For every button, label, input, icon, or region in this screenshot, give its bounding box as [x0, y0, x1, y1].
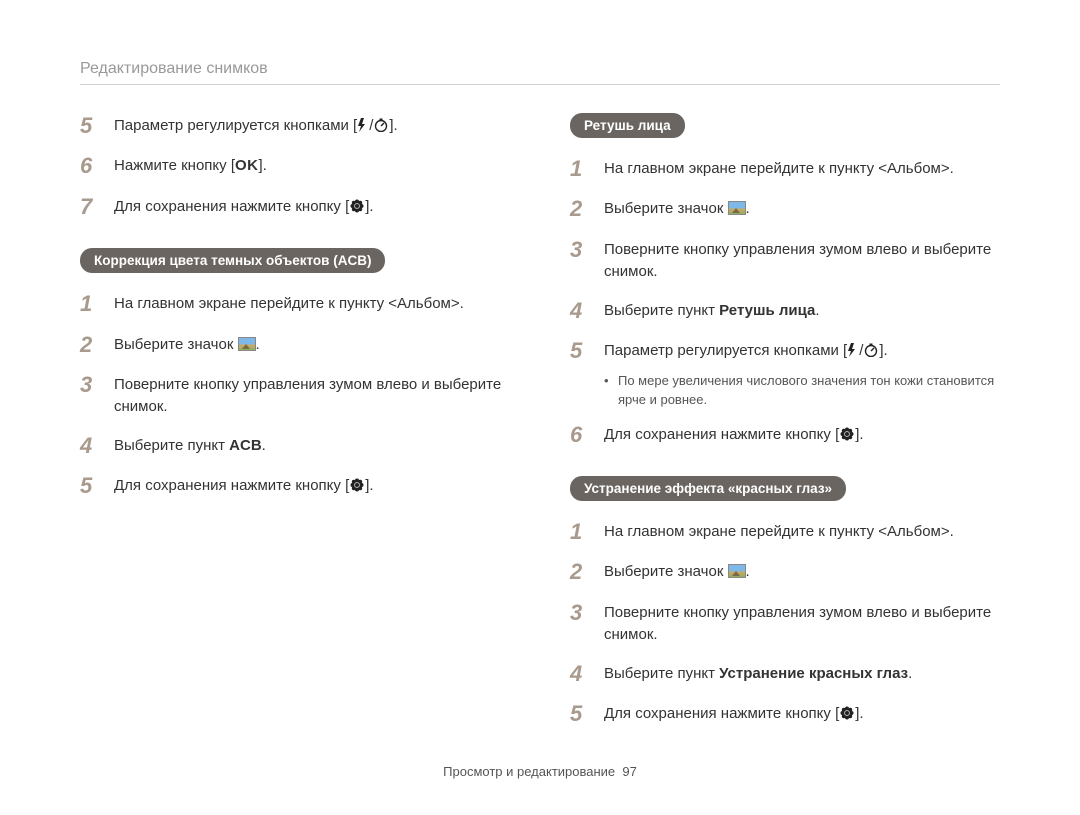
page-header: Редактирование снимков [80, 60, 1000, 85]
step-item: 5 Параметр регулируется кнопками [/]. [570, 338, 1000, 364]
step-text: Для сохранения нажмите кнопку []. [604, 701, 864, 726]
step-item: 2 Выберите значок . [570, 196, 1000, 222]
step-text: На главном экране перейдите к пункту <Ал… [114, 291, 464, 316]
step-text: Выберите пункт ACB. [114, 433, 266, 458]
page-footer: Просмотр и редактирование 97 [0, 764, 1080, 779]
step-number: 4 [80, 433, 104, 459]
step-text: На главном экране перейдите к пункту <Ал… [604, 156, 954, 181]
manual-page: Редактирование снимков 5 Параметр регули… [0, 0, 1080, 815]
step-text: Для сохранения нажмите кнопку []. [114, 473, 374, 498]
step-item: 4 Выберите пункт Ретушь лица. [570, 298, 1000, 324]
step-item: 5 Для сохранения нажмите кнопку []. [80, 473, 510, 499]
step-number: 3 [80, 372, 104, 398]
album-thumbnail-icon [728, 564, 746, 578]
macro-flower-icon [350, 199, 364, 213]
step-text: Поверните кнопку управления зумом влево … [604, 237, 1000, 284]
macro-flower-icon [840, 706, 854, 720]
step-number: 3 [570, 237, 594, 263]
step-text: Параметр регулируется кнопками [/]. [604, 338, 888, 363]
step-item: 6 Для сохранения нажмите кнопку []. [570, 422, 1000, 448]
album-thumbnail-icon [728, 201, 746, 215]
step-text: Параметр регулируется кнопками [/]. [114, 113, 398, 138]
step-text: Нажмите кнопку [OK]. [114, 153, 267, 178]
step-number: 5 [570, 701, 594, 727]
step-item: 6 Нажмите кнопку [OK]. [80, 153, 510, 179]
step-item: 5 Для сохранения нажмите кнопку []. [570, 701, 1000, 727]
step-number: 5 [570, 338, 594, 364]
step-item: 1 На главном экране перейдите к пункту <… [80, 291, 510, 317]
step-number: 5 [80, 113, 104, 139]
flash-icon [848, 343, 858, 357]
step-number: 2 [570, 559, 594, 585]
step-item: 7 Для сохранения нажмите кнопку []. [80, 194, 510, 220]
step-text: Выберите значок . [604, 196, 750, 221]
section-pill-face-retouch: Ретушь лица [570, 113, 685, 138]
step-number: 7 [80, 194, 104, 220]
step-number: 3 [570, 600, 594, 626]
section-pill-red-eye: Устранение эффекта «красных глаз» [570, 476, 846, 501]
step-text: Выберите пункт Устранение красных глаз. [604, 661, 912, 686]
step-item: 1 На главном экране перейдите к пункту <… [570, 519, 1000, 545]
section-pill-acb: Коррекция цвета темных объектов (ACB) [80, 248, 385, 273]
step-item: 3 Поверните кнопку управления зумом влев… [80, 372, 510, 419]
step-number: 6 [80, 153, 104, 179]
step-text: Поверните кнопку управления зумом влево … [114, 372, 510, 419]
step-text: На главном экране перейдите к пункту <Ал… [604, 519, 954, 544]
step-item: 1 На главном экране перейдите к пункту <… [570, 156, 1000, 182]
step-item: 2 Выберите значок . [570, 559, 1000, 585]
left-column: 5 Параметр регулируется кнопками [/]. 6 … [80, 113, 510, 742]
note-item: • По мере увеличения числового значения … [604, 371, 1000, 410]
timer-icon [374, 118, 388, 132]
step-text: Для сохранения нажмите кнопку []. [604, 422, 864, 447]
right-column: Ретушь лица 1 На главном экране перейдит… [570, 113, 1000, 742]
note-block: • По мере увеличения числового значения … [604, 371, 1000, 410]
step-item: 3 Поверните кнопку управления зумом влев… [570, 600, 1000, 647]
ok-icon: OK [235, 157, 259, 174]
step-number: 1 [80, 291, 104, 317]
step-number: 5 [80, 473, 104, 499]
step-text: Выберите значок . [604, 559, 750, 584]
step-text: Для сохранения нажмите кнопку []. [114, 194, 374, 219]
step-text: Поверните кнопку управления зумом влево … [604, 600, 1000, 647]
macro-flower-icon [840, 427, 854, 441]
step-text: Выберите пункт Ретушь лица. [604, 298, 820, 323]
step-number: 1 [570, 519, 594, 545]
step-text: Выберите значок . [114, 332, 260, 357]
macro-flower-icon [350, 478, 364, 492]
step-number: 1 [570, 156, 594, 182]
content-columns: 5 Параметр регулируется кнопками [/]. 6 … [80, 113, 1000, 742]
step-item: 5 Параметр регулируется кнопками [/]. [80, 113, 510, 139]
step-number: 4 [570, 298, 594, 324]
step-item: 4 Выберите пункт ACB. [80, 433, 510, 459]
step-number: 6 [570, 422, 594, 448]
step-item: 3 Поверните кнопку управления зумом влев… [570, 237, 1000, 284]
step-number: 2 [570, 196, 594, 222]
album-thumbnail-icon [238, 337, 256, 351]
step-item: 4 Выберите пункт Устранение красных глаз… [570, 661, 1000, 687]
step-number: 2 [80, 332, 104, 358]
flash-icon [358, 118, 368, 132]
timer-icon [864, 343, 878, 357]
step-number: 4 [570, 661, 594, 687]
step-item: 2 Выберите значок . [80, 332, 510, 358]
